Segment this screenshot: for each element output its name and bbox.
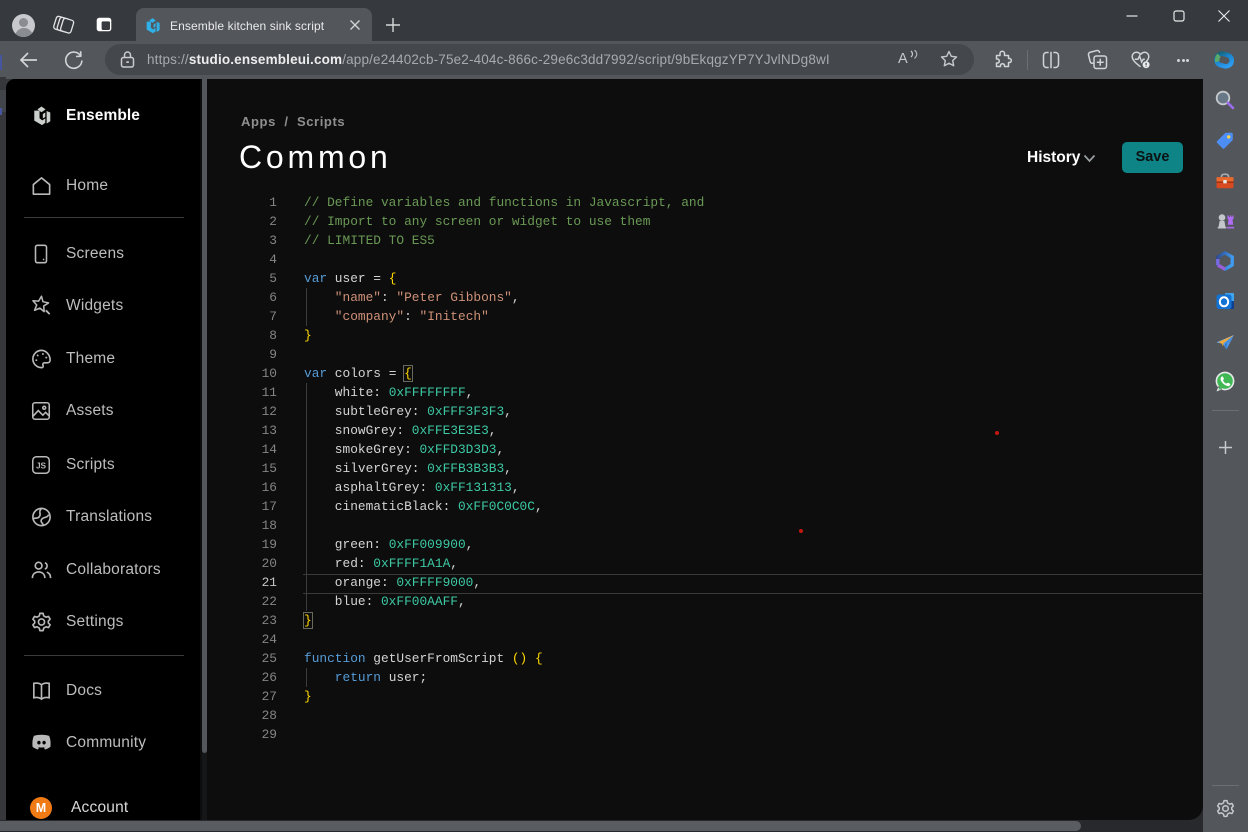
svg-text:JS: JS	[36, 461, 47, 470]
